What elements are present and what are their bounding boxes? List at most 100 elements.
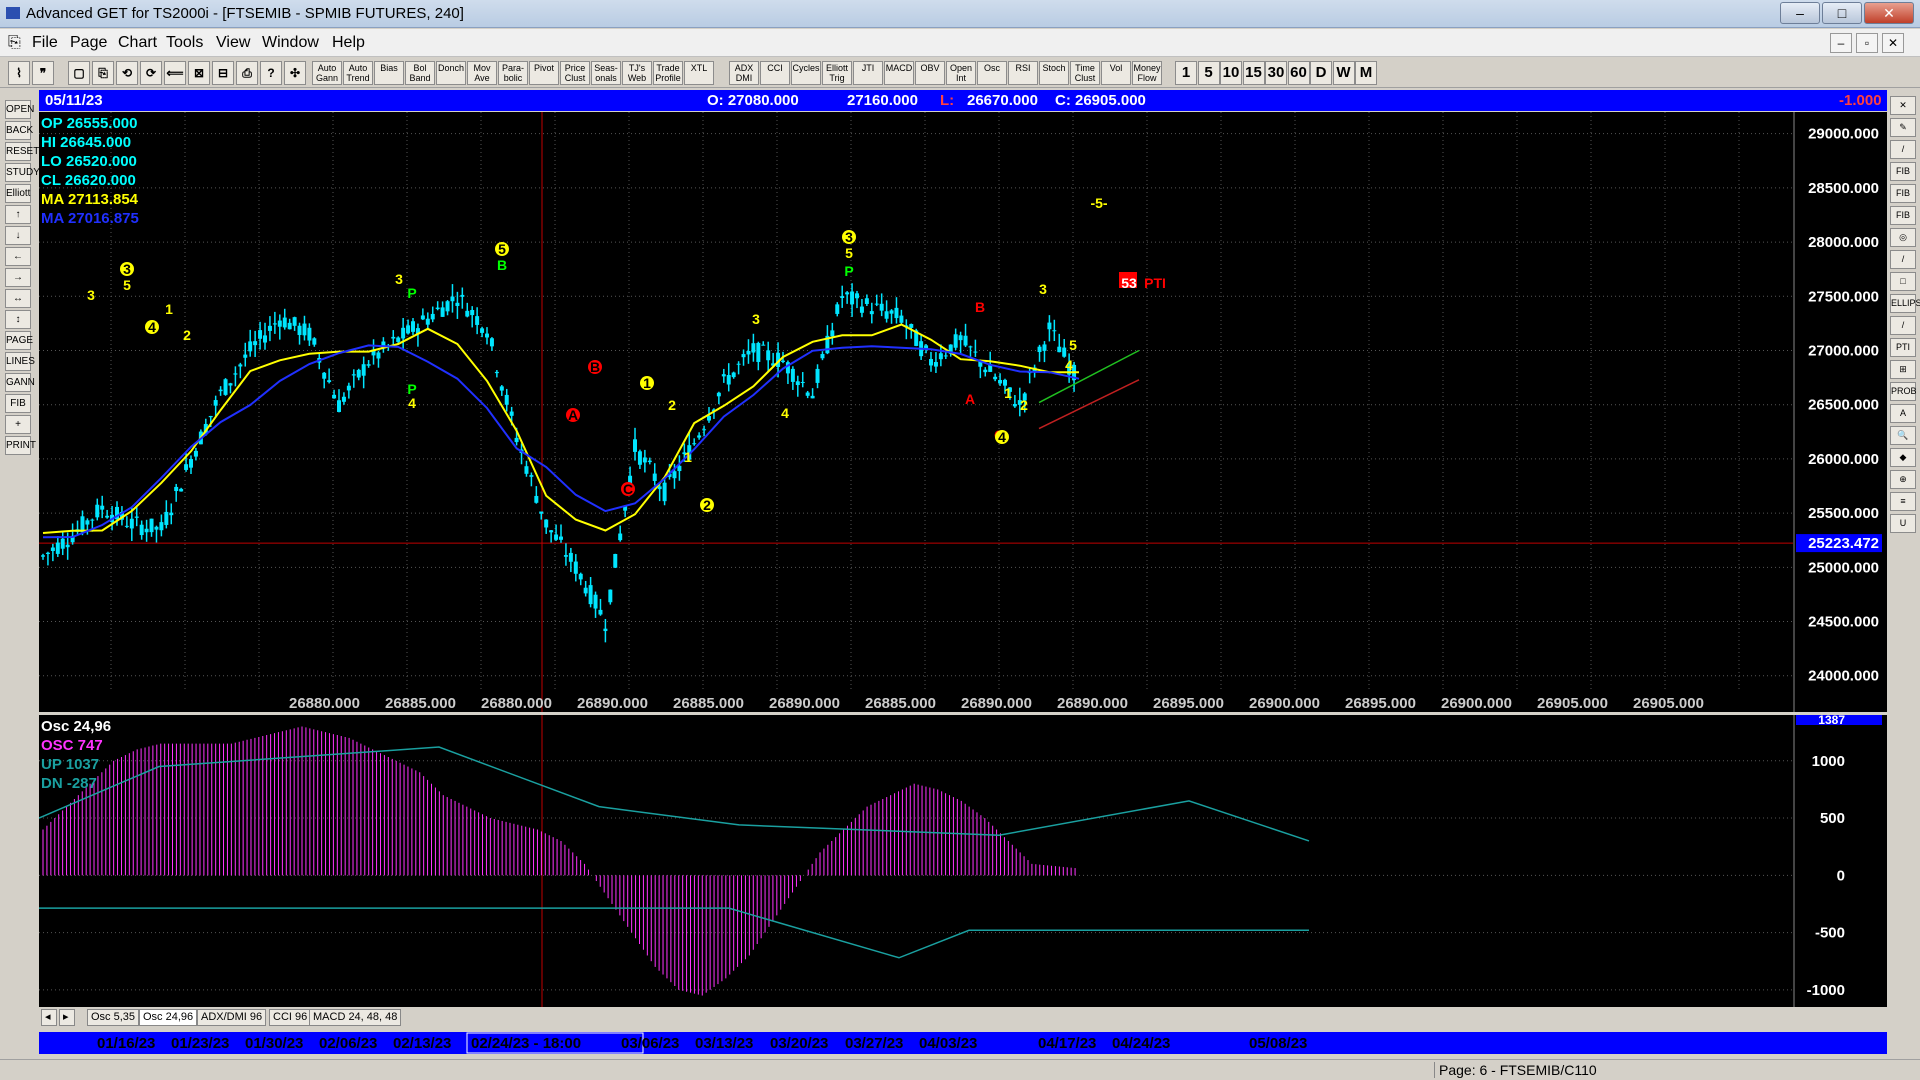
left-tool-14[interactable]: FIB [5, 394, 31, 413]
study-button-16[interactable]: Elliott Trig [822, 61, 852, 85]
price-chart-svg[interactable]: 29000.000 28500.000 28000.000 27500.000 2700… [39, 112, 1887, 712]
oscillator-svg[interactable]: 1000 500 0 -500 -1000 1387 Osc 24,96 OSC 747 UP … [38, 713, 1887, 1007]
timeframe-button-30[interactable]: 30 [1265, 61, 1287, 85]
tab-scroll-left[interactable]: ◂ [41, 1009, 57, 1026]
right-tool-17[interactable]: ⊕ [1890, 470, 1916, 489]
study-button-13[interactable]: ADX DMI [729, 61, 759, 85]
menu-chart[interactable]: Chart [118, 34, 157, 52]
left-tool-9[interactable]: ↔ [5, 289, 31, 308]
study-button-11[interactable]: Trade Profile [653, 61, 683, 85]
tab-osc-24-96[interactable]: Osc 24,96 [139, 1009, 198, 1026]
study-button-21[interactable]: Osc [977, 61, 1007, 85]
menu-page[interactable]: Page [70, 34, 107, 52]
study-button-18[interactable]: MACD [884, 61, 914, 85]
right-tool-1[interactable]: ✎ [1890, 118, 1916, 137]
study-button-10[interactable]: TJ's Web [622, 61, 652, 85]
tab-osc-5-35[interactable]: Osc 5,35 [87, 1009, 140, 1026]
timeframe-button-1[interactable]: 1 [1175, 61, 1197, 85]
right-tool-6[interactable]: ◎ [1890, 228, 1916, 247]
study-button-7[interactable]: Pivot [529, 61, 559, 85]
right-tool-19[interactable]: U [1890, 514, 1916, 533]
study-button-15[interactable]: Cycles [791, 61, 821, 85]
tab-adx-dmi[interactable]: ADX/DMI 96 [197, 1009, 267, 1026]
mdi-restore-button[interactable]: ▫ [1856, 33, 1878, 53]
left-tool-10[interactable]: ↕ [5, 310, 31, 329]
study-button-8[interactable]: Price Clust [560, 61, 590, 85]
left-tool-3[interactable]: STUDY [5, 163, 40, 182]
left-tool-16[interactable]: PRINT [5, 436, 36, 455]
menu-view[interactable]: View [216, 34, 250, 52]
toolbar-icon-3[interactable]: ⎘ [92, 61, 114, 85]
left-tool-4[interactable]: Elliott [5, 184, 31, 203]
left-tool-1[interactable]: BACK [5, 121, 33, 140]
left-tool-13[interactable]: GANN [5, 373, 35, 392]
study-button-14[interactable]: CCI [760, 61, 790, 85]
tab-macd[interactable]: MACD 24, 48, 48 [309, 1009, 402, 1026]
timeframe-button-60[interactable]: 60 [1287, 61, 1310, 85]
study-button-24[interactable]: Time Clust [1070, 61, 1100, 85]
toolbar-icon-7[interactable]: ⊠ [188, 61, 210, 85]
toolbar-icon-10[interactable]: ? [260, 61, 282, 85]
right-tool-13[interactable]: PROB [1890, 382, 1917, 401]
oscillator-panel[interactable]: 1000 500 0 -500 -1000 1387 Osc 24,96 OSC 747 UP … [38, 713, 1887, 1007]
timeframe-button-D[interactable]: D [1310, 61, 1332, 85]
left-tool-15[interactable]: + [5, 415, 31, 434]
toolbar-icon-8[interactable]: ⊟ [212, 61, 234, 85]
timeframe-button-10[interactable]: 10 [1220, 61, 1242, 85]
left-tool-8[interactable]: → [5, 268, 31, 287]
left-tool-12[interactable]: LINES [5, 352, 35, 371]
left-tool-7[interactable]: ← [5, 247, 31, 266]
left-tool-0[interactable]: OPEN [5, 100, 34, 119]
right-tool-14[interactable]: A [1890, 404, 1916, 423]
right-tool-9[interactable]: ELLIPS [1890, 294, 1920, 313]
right-tool-8[interactable]: □ [1890, 272, 1916, 291]
timeframe-button-M[interactable]: M [1355, 61, 1377, 85]
close-button[interactable]: ✕ [1864, 2, 1914, 24]
timeframe-button-5[interactable]: 5 [1197, 61, 1220, 85]
right-tool-11[interactable]: PTI [1890, 338, 1916, 357]
study-button-20[interactable]: Open Int [946, 61, 976, 85]
tab-scroll-right[interactable]: ▸ [59, 1009, 75, 1026]
menu-tools[interactable]: Tools [166, 34, 203, 52]
study-button-6[interactable]: Para-bolic [498, 61, 528, 85]
toolbar-icon-9[interactable]: ⎙ [236, 61, 258, 85]
toolbar-icon-5[interactable]: ⟳ [140, 61, 162, 85]
right-tool-12[interactable]: ⊞ [1890, 360, 1916, 379]
right-tool-10[interactable]: / [1890, 316, 1916, 335]
price-chart[interactable]: 29000.000 28500.000 28000.000 27500.000 2700… [39, 112, 1887, 712]
study-button-22[interactable]: RSI [1008, 61, 1038, 85]
right-tool-7[interactable]: / [1890, 250, 1916, 269]
study-button-2[interactable]: Bias [374, 61, 404, 85]
toolbar-icon-0[interactable]: ⌇ [8, 61, 30, 85]
toolbar-icon-11[interactable]: ✣ [284, 61, 306, 85]
study-button-19[interactable]: OBV [915, 61, 945, 85]
left-tool-6[interactable]: ↓ [5, 226, 31, 245]
toolbar-icon-4[interactable]: ⟲ [116, 61, 138, 85]
left-tool-2[interactable]: RESET [5, 142, 39, 161]
toolbar-icon-6[interactable]: ⟸ [164, 61, 186, 85]
minimize-button[interactable]: – [1780, 2, 1820, 24]
study-button-12[interactable]: XTL [684, 61, 714, 85]
right-tool-5[interactable]: FIB TIME [1890, 206, 1916, 237]
left-tool-5[interactable]: ↑ [5, 205, 31, 224]
study-button-23[interactable]: Stoch [1039, 61, 1069, 85]
mdi-close-button[interactable]: ✕ [1882, 33, 1904, 53]
right-tool-0[interactable]: ✕ [1890, 96, 1916, 115]
study-button-0[interactable]: Auto Gann [312, 61, 342, 85]
right-tool-15[interactable]: 🔍 [1890, 426, 1916, 445]
timeframe-button-15[interactable]: 15 [1242, 61, 1265, 85]
study-button-25[interactable]: Vol [1101, 61, 1131, 85]
timeframe-button-W[interactable]: W [1332, 61, 1355, 85]
study-button-26[interactable]: Money Flow [1132, 61, 1162, 85]
right-tool-4[interactable]: FIB EXT [1890, 184, 1916, 215]
study-button-1[interactable]: Auto Trend [343, 61, 373, 85]
right-tool-3[interactable]: FIB RET [1890, 162, 1916, 193]
right-tool-2[interactable]: / [1890, 140, 1916, 159]
right-tool-16[interactable]: ◆ [1890, 448, 1916, 467]
tab-cci[interactable]: CCI 96 [269, 1009, 312, 1026]
mdi-minimize-button[interactable]: – [1830, 33, 1852, 53]
left-tool-11[interactable]: PAGE [5, 331, 33, 350]
maximize-button[interactable]: □ [1822, 2, 1862, 24]
right-tool-18[interactable]: ≡ [1890, 492, 1916, 511]
study-button-17[interactable]: JTI [853, 61, 883, 85]
